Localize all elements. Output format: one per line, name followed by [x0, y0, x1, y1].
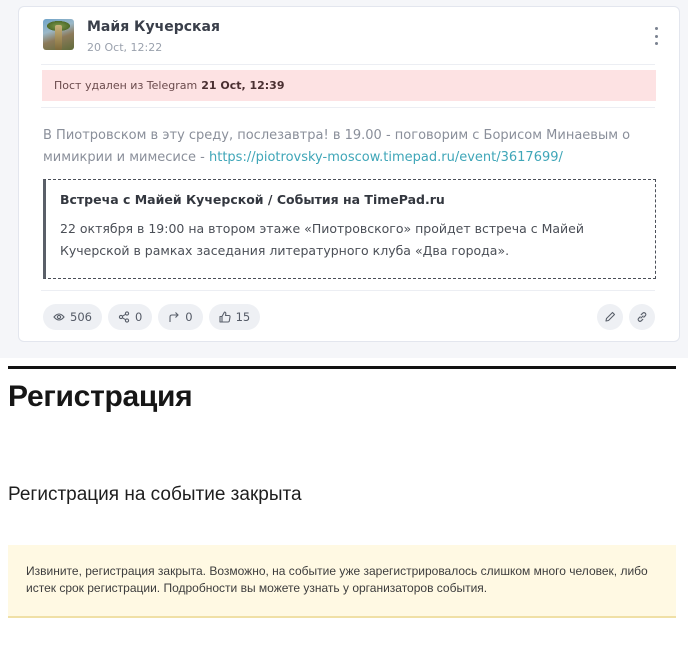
kebab-dot — [654, 27, 658, 30]
post-date: 20 Oct, 12:22 — [87, 41, 163, 54]
divider — [41, 290, 655, 291]
likes-counter[interactable]: 15 — [208, 304, 261, 330]
link-preview-title[interactable]: Встреча с Майей Кучерской / События на T… — [60, 192, 641, 207]
forwards-count: 0 — [185, 310, 193, 324]
post-actions — [597, 304, 655, 330]
link-icon — [637, 312, 647, 322]
post-card: Майя Кучерская 20 Oct, 12:22 Пост удален… — [18, 6, 680, 342]
registration-heading: Регистрация — [8, 380, 193, 413]
registration-closed-notice: Извините, регистрация закрыта. Возможно,… — [8, 545, 676, 618]
deleted-label: Пост удален из Telegram — [54, 79, 198, 92]
views-count: 506 — [70, 310, 92, 324]
kebab-dot — [654, 42, 658, 45]
copy-link-button[interactable] — [629, 304, 655, 330]
kebab-menu-icon[interactable] — [653, 27, 659, 45]
post-stats: 506 0 0 15 — [43, 304, 261, 330]
forward-arrow-icon — [169, 312, 180, 322]
forwards-counter[interactable]: 0 — [158, 304, 203, 330]
avatar-tree-trunk — [55, 25, 62, 50]
link-preview-description: 22 октября в 19:00 на втором этаже «Пиот… — [60, 221, 584, 258]
likes-count: 15 — [235, 310, 251, 324]
author-name[interactable]: Майя Кучерская — [87, 19, 220, 35]
shares-count: 0 — [134, 310, 143, 324]
share-icon — [118, 311, 130, 323]
deleted-timestamp: 21 Oct, 12:39 — [201, 79, 285, 92]
post-link[interactable]: https://piotrovsky-moscow.timepad.ru/eve… — [209, 150, 563, 165]
author-avatar[interactable] — [43, 19, 74, 50]
registration-status-title: Регистрация на событие закрыта — [8, 484, 302, 505]
shares-counter[interactable]: 0 — [107, 304, 153, 330]
edit-button[interactable] — [597, 304, 623, 330]
link-preview[interactable]: Встреча с Майей Кучерской / События на T… — [43, 179, 656, 279]
deleted-status-banner: Пост удален из Telegram 21 Oct, 12:39 — [42, 70, 656, 101]
pencil-icon — [605, 311, 616, 322]
views-counter[interactable]: 506 — [43, 304, 102, 330]
divider — [41, 107, 655, 108]
post-body: В Пиотровском в эту среду, послезавтра! … — [43, 125, 643, 169]
divider — [41, 64, 655, 65]
section-rule — [8, 366, 676, 369]
kebab-dot — [654, 34, 658, 38]
thumbs-up-icon — [219, 311, 231, 323]
eye-icon — [53, 313, 65, 321]
